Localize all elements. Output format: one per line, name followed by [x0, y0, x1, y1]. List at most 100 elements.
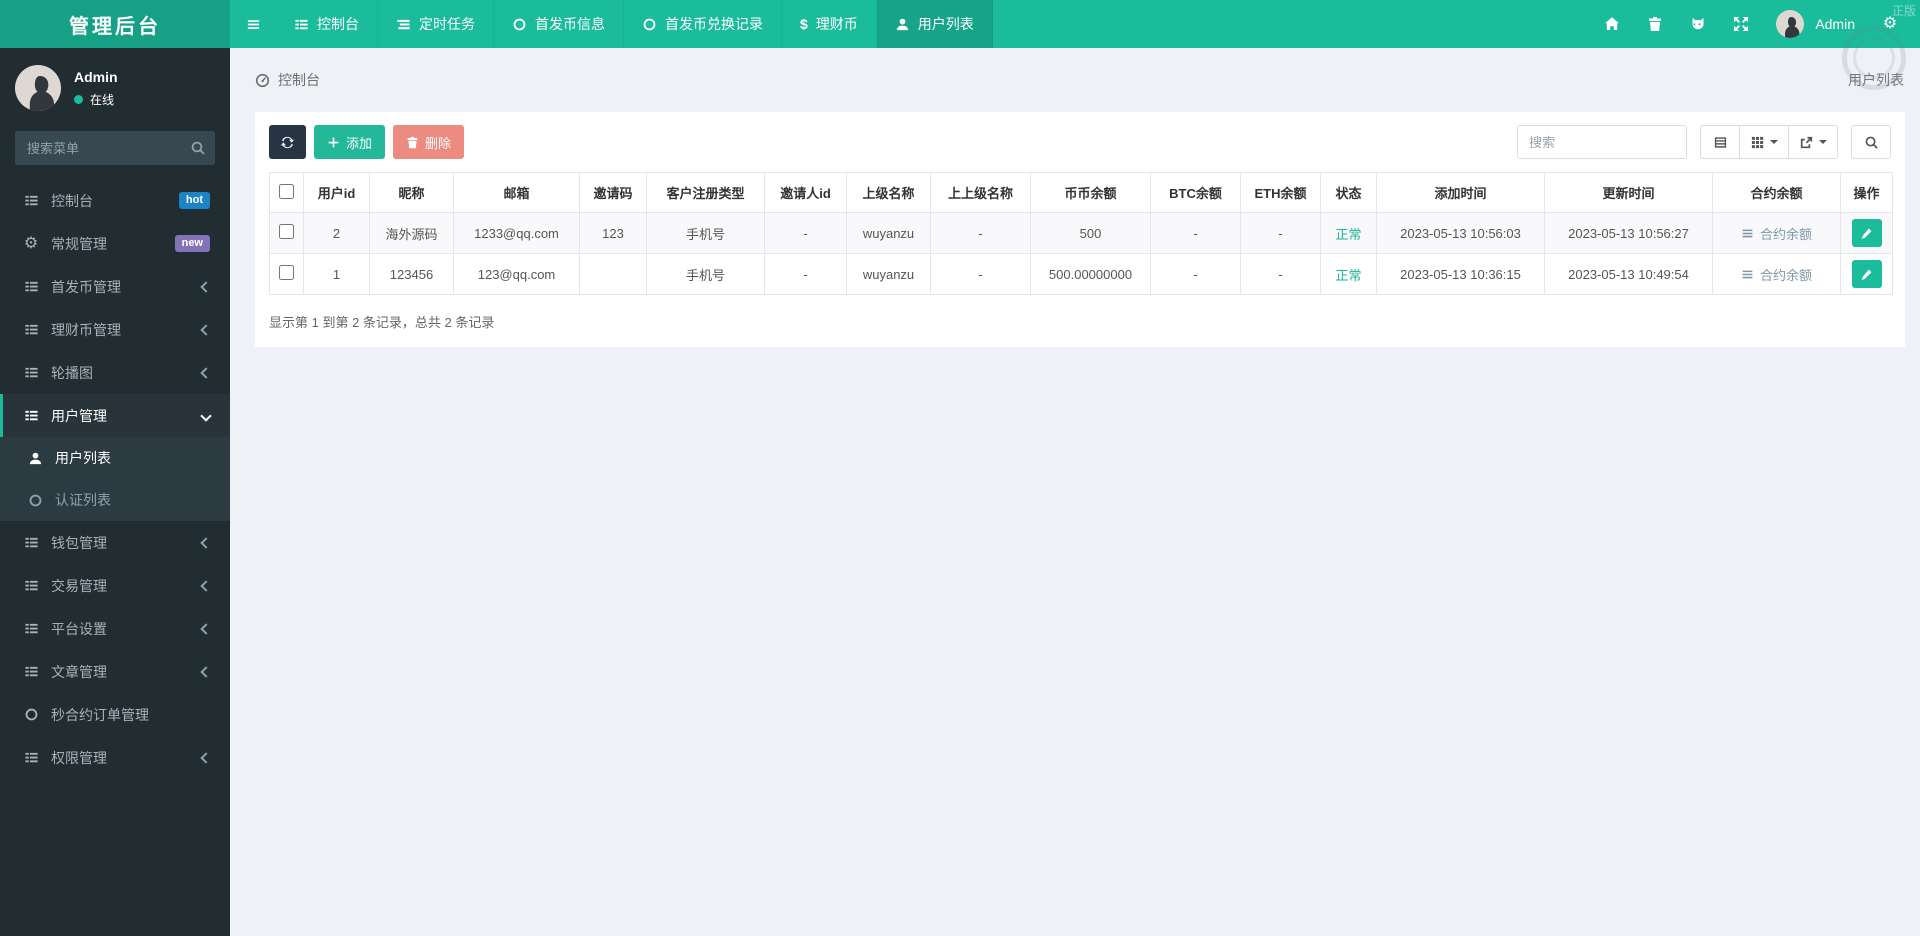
sidebar-item-4[interactable]: 轮播图 — [0, 351, 230, 394]
top-nav-tab-5[interactable]: 用户列表 — [876, 0, 993, 48]
circle-icon — [512, 17, 527, 32]
top-nav-tab-1[interactable]: 定时任务 — [378, 0, 494, 48]
sidebar-group-1: ⚙ 常规管理 new — [0, 222, 230, 265]
status-badge[interactable]: 正常 — [1335, 227, 1361, 242]
sidebar-menu: 控制台 hot ⚙ 常规管理 new 首发币管理理财币管理 轮播图 用户管理用户列表认证列表钱… — [0, 179, 230, 779]
top-nav-tab-label: 首发币兑换记录 — [665, 16, 763, 32]
menu-search-input[interactable] — [15, 131, 215, 165]
column-header-14: 合约余额 — [1712, 172, 1841, 213]
cell-parent_name: wuyanzu — [846, 212, 931, 254]
column-header-9: BTC余额 — [1150, 172, 1241, 213]
cat-icon[interactable] — [1690, 16, 1706, 32]
cell-status: 正常 — [1320, 253, 1377, 295]
circle-icon — [28, 493, 43, 508]
column-header-11: 状态 — [1320, 172, 1377, 213]
admin-avatar[interactable] — [1776, 10, 1805, 38]
edit-button[interactable] — [1851, 219, 1882, 247]
hamburger-icon — [246, 17, 261, 32]
pencil-icon — [1860, 268, 1873, 281]
list-icon — [1741, 227, 1754, 240]
sidebar-toggle-button[interactable] — [230, 0, 276, 48]
user-icon — [28, 451, 43, 466]
admin-name-label[interactable]: Admin — [1815, 16, 1855, 32]
sidebar-item-label: 平台设置 — [51, 620, 107, 637]
table-header-row: 用户id 昵称 邮箱 邀请码 客户注册类型 邀请人id 上级名称 上上级名称 币币余额 BTC余额… — [269, 172, 1893, 213]
sidebar-group-11: 权限管理 — [0, 736, 230, 779]
add-button[interactable]: 添加 — [314, 125, 386, 159]
sidebar-item-6[interactable]: 钱包管理 — [0, 521, 230, 564]
user-list-card: 添加 删除 用户id昵称邮箱邀请码客户注册类型邀 — [255, 112, 1905, 347]
cell-inviter_id: - — [764, 212, 847, 254]
sidebar-item-5[interactable]: 用户管理 — [0, 394, 230, 437]
table-toolbar: 添加 删除 — [269, 125, 1891, 159]
breadcrumb[interactable]: 控制台 — [255, 70, 320, 90]
sidebar-subitem-5-0[interactable]: 用户列表 — [0, 437, 230, 479]
cell-updated_at: 2023-05-13 10:49:54 — [1544, 253, 1713, 295]
breadcrumb-bar: 控制台 用户列表 — [230, 48, 1920, 112]
cell-contract_label: 合约余额 — [1712, 253, 1841, 295]
sidebar-user-panel: Admin 在线 — [0, 48, 230, 125]
row-select-cell — [269, 253, 304, 295]
top-nav-tab-0[interactable]: 控制台 — [276, 0, 378, 48]
select-all-checkbox[interactable] — [279, 183, 294, 199]
refresh-button[interactable] — [269, 125, 306, 159]
cell-parent_name: wuyanzu — [846, 253, 931, 295]
trash-icon — [406, 136, 419, 149]
thlist-icon — [24, 621, 39, 636]
cell-created_at: 2023-05-13 10:56:03 — [1376, 212, 1545, 254]
sidebar-item-11[interactable]: 权限管理 — [0, 736, 230, 779]
home-icon[interactable] — [1604, 16, 1620, 32]
column-header-12: 添加时间 — [1376, 172, 1545, 213]
thlist-icon — [24, 279, 39, 294]
top-nav-tab-2[interactable]: 首发币信息 — [494, 0, 624, 48]
row-checkbox[interactable] — [279, 265, 294, 280]
edit-button[interactable] — [1851, 260, 1882, 288]
contract-balance-link[interactable]: 合约余额 — [1741, 224, 1812, 243]
sidebar-item-label: 首发币管理 — [51, 278, 121, 295]
export-dropdown-button[interactable] — [1788, 125, 1838, 159]
cell-eth_balance: - — [1240, 253, 1321, 295]
row-select-cell — [269, 212, 304, 254]
top-nav-tab-4[interactable]: $ 理财币 — [782, 0, 877, 48]
top-nav-tab-3[interactable]: 首发币兑换记录 — [624, 0, 782, 48]
search-toggle-button[interactable] — [1851, 125, 1891, 159]
thlist-icon — [24, 578, 39, 593]
sidebar-item-9[interactable]: 文章管理 — [0, 650, 230, 693]
column-header-7: 上上级名称 — [930, 172, 1031, 213]
sidebar-item-8[interactable]: 平台设置 — [0, 607, 230, 650]
table-search-input[interactable] — [1517, 125, 1687, 159]
status-badge[interactable]: 正常 — [1335, 268, 1361, 283]
user-icon — [895, 17, 910, 32]
plus-icon — [327, 136, 340, 149]
tasks-icon — [396, 17, 411, 32]
sidebar-item-10[interactable]: 秒合约订单管理 — [0, 693, 230, 736]
thlist-icon — [24, 365, 39, 380]
chevron-left-icon — [200, 751, 212, 764]
column-header-0: 用户id — [303, 172, 370, 213]
contract-balance-link[interactable]: 合约余额 — [1741, 265, 1812, 284]
cell-grandparent_name: - — [930, 253, 1031, 295]
sidebar-subitem-label: 认证列表 — [55, 492, 111, 508]
top-nav-tab-label: 定时任务 — [419, 16, 475, 32]
sidebar-subitem-label: 用户列表 — [55, 450, 111, 466]
detail-view-button[interactable] — [1700, 125, 1740, 159]
sidebar-item-label: 交易管理 — [51, 577, 107, 594]
sidebar-item-2[interactable]: 首发币管理 — [0, 265, 230, 308]
sidebar-group-4: 轮播图 — [0, 351, 230, 394]
row-checkbox[interactable] — [279, 224, 294, 239]
trash-icon[interactable] — [1647, 16, 1663, 32]
sidebar-user-status: 在线 — [74, 91, 118, 108]
columns-dropdown-button[interactable] — [1739, 125, 1789, 159]
sidebar-item-7[interactable]: 交易管理 — [0, 564, 230, 607]
circle-icon — [642, 17, 657, 32]
sidebar-item-3[interactable]: 理财币管理 — [0, 308, 230, 351]
expand-icon[interactable] — [1733, 16, 1749, 32]
sidebar-group-10: 秒合约订单管理 — [0, 693, 230, 736]
sidebar-subitem-5-1[interactable]: 认证列表 — [0, 479, 230, 521]
delete-button[interactable]: 删除 — [393, 125, 465, 159]
sidebar-group-8: 平台设置 — [0, 607, 230, 650]
sidebar-avatar[interactable] — [15, 65, 61, 111]
sidebar-item-1[interactable]: ⚙ 常规管理 new — [0, 222, 230, 265]
chevron-left-icon — [200, 536, 212, 549]
sidebar-item-0[interactable]: 控制台 hot — [0, 179, 230, 222]
